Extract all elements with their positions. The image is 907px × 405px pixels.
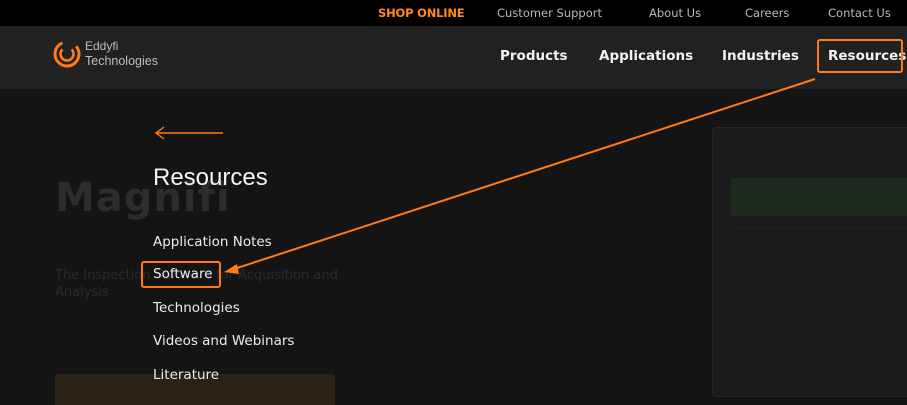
resources-highlight-box <box>817 39 903 73</box>
resources-menu-title: Resources <box>153 164 268 191</box>
shop-online-link[interactable]: SHOP ONLINE <box>378 6 465 20</box>
about-us-link[interactable]: About Us <box>649 6 701 20</box>
nav-industries[interactable]: Industries <box>722 48 799 64</box>
top-utility-bar: SHOP ONLINE Customer Support About Us Ca… <box>0 0 907 26</box>
customer-support-link[interactable]: Customer Support <box>497 6 602 20</box>
menu-item-technologies[interactable]: Technologies <box>153 300 240 316</box>
main-navbar: Eddyfi Technologies Products Application… <box>0 26 907 89</box>
software-highlight-box <box>141 261 221 288</box>
product-screenshot <box>712 127 907 397</box>
menu-item-literature[interactable]: Literature <box>153 367 219 383</box>
screenshot-strip <box>731 178 907 216</box>
left-arrow-icon[interactable] <box>153 125 225 141</box>
contact-us-link[interactable]: Contact Us <box>828 6 891 20</box>
eddyfi-logo[interactable]: Eddyfi Technologies <box>52 39 182 75</box>
menu-item-application-notes[interactable]: Application Notes <box>153 234 272 250</box>
screenshot-grid <box>731 228 907 348</box>
logo-text-line2: Technologies <box>85 54 158 68</box>
menu-item-videos-webinars[interactable]: Videos and Webinars <box>153 333 294 349</box>
careers-link[interactable]: Careers <box>745 6 789 20</box>
logo-text-line1: Eddyfi <box>85 39 119 53</box>
nav-applications[interactable]: Applications <box>599 48 693 64</box>
hero-background: Magnifi The Inspection Software for Acqu… <box>0 89 907 405</box>
eddyfi-logo-icon <box>53 40 81 68</box>
nav-products[interactable]: Products <box>500 48 568 64</box>
